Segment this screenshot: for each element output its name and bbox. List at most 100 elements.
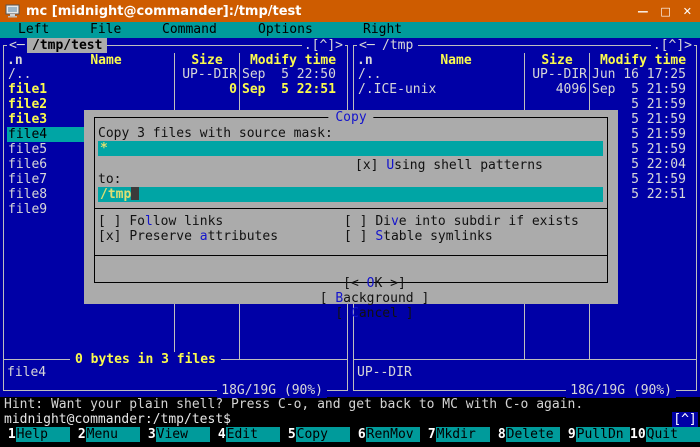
column-header-size[interactable]: Size <box>175 53 239 68</box>
fnkey-delete[interactable]: 8Delete <box>490 427 560 442</box>
minimize-button[interactable]: — <box>637 4 648 19</box>
command-line[interactable]: midnight@commander:/tmp/test$ <box>4 412 231 427</box>
menu-item-right[interactable]: Right <box>363 22 402 37</box>
fnkey-label: PullDn <box>576 427 630 442</box>
history-badge[interactable]: [^] <box>672 412 698 427</box>
menu-item-command[interactable]: Command <box>162 22 217 37</box>
panel-sort-corner[interactable]: .[^]> <box>651 38 694 53</box>
fnkey-help[interactable]: 1Help <box>0 427 70 442</box>
file-row[interactable]: /.ICE-unix4096Sep 5 21:59 <box>354 82 696 97</box>
fnkey-number: 4 <box>210 427 226 442</box>
function-key-bar: 1Help 2Menu 3View 4Edit 5Copy 6RenMov 7M… <box>0 427 700 442</box>
destination-input[interactable]: /tmp <box>98 187 603 202</box>
fnkey-label: Copy <box>296 427 350 442</box>
column-header-name[interactable]: Name <box>388 53 524 68</box>
text-cursor <box>131 187 139 200</box>
menu-bar: Left File Command Options Right <box>0 22 700 38</box>
mini-status: file4 <box>7 365 46 380</box>
shell-patterns-checkbox[interactable]: [x] Using shell patterns <box>355 158 543 173</box>
file-name: /.. <box>7 67 31 82</box>
file-name: file9 <box>7 202 47 217</box>
right-panel-path[interactable]: /tmp <box>377 38 418 53</box>
file-size: 0 <box>175 82 237 97</box>
fnkey-label: Menu <box>86 427 140 442</box>
fnkey-label: Help <box>16 427 70 442</box>
dialog-buttons: [< OK >] [ Background ] [ Cancel ] <box>84 261 618 336</box>
follow-links-checkbox[interactable]: [ ] Follow links <box>98 214 223 229</box>
fnkey-pulldn[interactable]: 9PullDn <box>560 427 630 442</box>
disk-usage: 18G/19G (90%) <box>566 383 676 398</box>
file-name: /.. <box>357 67 381 82</box>
panel-sort-corner[interactable]: .[^]> <box>302 38 345 53</box>
column-header-mtime[interactable]: Modify time <box>240 53 346 68</box>
file-size: UP--DIR <box>525 67 587 82</box>
file-row[interactable]: /..UP--DIRSep 5 22:50 <box>4 67 347 82</box>
left-panel-path[interactable]: /tmp/test <box>27 38 107 53</box>
file-name: file8 <box>7 187 47 202</box>
fnkey-number: 1 <box>0 427 16 442</box>
file-row[interactable]: /.. UP--DIR Jun 16 17:25 <box>354 67 696 82</box>
selection-summary: 0 bytes in 3 files <box>70 352 221 367</box>
fnkey-label: Quit <box>646 427 700 442</box>
fnkey-view[interactable]: 3View <box>140 427 210 442</box>
file-name: file2 <box>7 97 47 112</box>
background-button[interactable]: [ Background ] <box>320 291 430 306</box>
file-name: file7 <box>7 172 47 187</box>
fnkey-label: Mkdir <box>436 427 490 442</box>
dialog-divider <box>94 255 608 256</box>
fnkey-label: RenMov <box>366 427 420 442</box>
hint-line: Hint: Want your plain shell? Press C-o, … <box>4 397 583 412</box>
fnkey-label: View <box>156 427 210 442</box>
file-row[interactable]: file1 0 Sep 5 22:51 <box>4 82 347 97</box>
file-name: file1 <box>7 82 47 97</box>
copy-dialog: Copy Copy 3 files with source mask: * [x… <box>84 110 618 304</box>
fnkey-mkdir[interactable]: 7Mkdir <box>420 427 490 442</box>
file-mtime: Sep 5 22:51 <box>242 82 336 97</box>
dialog-title: Copy <box>328 110 373 125</box>
terminal-icon <box>5 4 20 18</box>
file-name: /.ICE-unix <box>357 82 436 97</box>
file-mtime: Jun 16 17:25 <box>592 67 686 82</box>
menu-item-file[interactable]: File <box>90 22 121 37</box>
sort-indicator[interactable]: .n <box>357 53 387 68</box>
fnkey-edit[interactable]: 4Edit <box>210 427 280 442</box>
column-header-mtime[interactable]: Modify time <box>590 53 696 68</box>
ok-button[interactable]: [< OK >] <box>343 276 406 291</box>
window-titlebar: mc [midnight@commander]:/tmp/test — □ ✕ <box>0 0 700 22</box>
maximize-button[interactable]: □ <box>660 4 670 19</box>
fnkey-quit[interactable]: 10Quit <box>630 427 700 442</box>
source-mask-label: Copy 3 files with source mask: <box>98 126 333 141</box>
panel-collapse-arrow[interactable]: <─ <box>357 38 377 53</box>
panel-collapse-arrow[interactable]: <─ <box>7 38 27 53</box>
fnkey-renmov[interactable]: 6RenMov <box>350 427 420 442</box>
fnkey-label: Delete <box>506 427 560 442</box>
fnkey-number: 9 <box>560 427 576 442</box>
dive-into-subdir-checkbox[interactable]: [ ] Dive into subdir if exists <box>344 214 579 229</box>
fnkey-number: 7 <box>420 427 436 442</box>
column-header-name[interactable]: Name <box>38 53 174 68</box>
file-name: file3 <box>7 112 47 127</box>
dialog-divider <box>94 208 608 209</box>
destination-label: to: <box>98 172 121 187</box>
sort-indicator[interactable]: .n <box>7 53 37 68</box>
menu-item-left[interactable]: Left <box>18 22 49 37</box>
menu-item-options[interactable]: Options <box>258 22 313 37</box>
fnkey-copy[interactable]: 5Copy <box>280 427 350 442</box>
close-button[interactable]: ✕ <box>683 4 692 19</box>
fnkey-label: Edit <box>226 427 280 442</box>
stable-symlinks-checkbox[interactable]: [ ] Stable symlinks <box>344 229 493 244</box>
file-name: file6 <box>7 157 47 172</box>
file-size: UP--DIR <box>175 67 237 82</box>
file-name: file5 <box>7 142 47 157</box>
fnkey-number: 10 <box>630 427 646 442</box>
preserve-attributes-checkbox[interactable]: [x] Preserve attributes <box>98 229 278 244</box>
fnkey-menu[interactable]: 2Menu <box>70 427 140 442</box>
mini-status: UP--DIR <box>357 365 412 380</box>
source-mask-input[interactable]: * <box>98 141 603 156</box>
terminal-window: mc [midnight@commander]:/tmp/test — □ ✕ … <box>0 0 700 447</box>
column-header-size[interactable]: Size <box>525 53 589 68</box>
disk-usage: 18G/19G (90%) <box>217 383 327 398</box>
fnkey-number: 8 <box>490 427 506 442</box>
cancel-button[interactable]: [ Cancel ] <box>335 306 413 321</box>
file-mtime: Sep 5 21:59 <box>592 82 686 97</box>
